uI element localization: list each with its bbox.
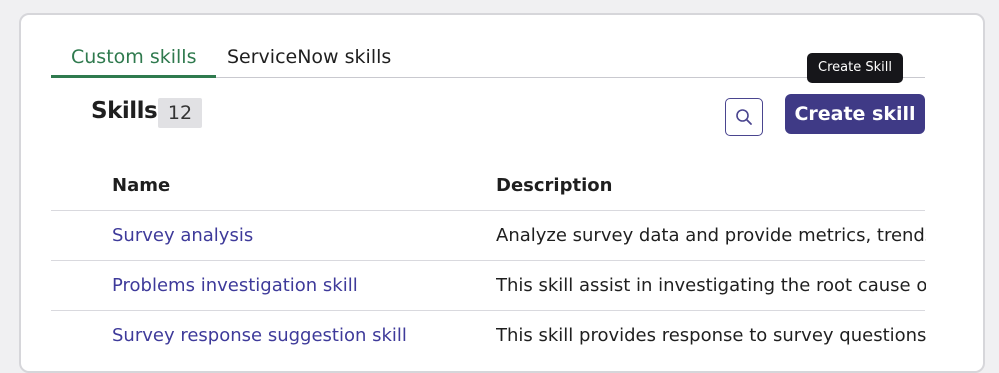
skill-name-link[interactable]: Survey analysis xyxy=(112,225,253,246)
row-divider xyxy=(51,260,925,261)
tab-bar: Custom skills ServiceNow skills xyxy=(51,43,925,78)
skill-name-link[interactable]: Survey response suggestion skill xyxy=(112,325,407,346)
create-skill-button[interactable]: Create skill xyxy=(785,94,925,134)
skill-description: This skill provides response to survey q… xyxy=(496,325,926,346)
skill-name-link[interactable]: Problems investigation skill xyxy=(112,275,358,296)
create-skill-tooltip: Create Skill xyxy=(807,53,903,83)
skill-description: Analyze survey data and provide metrics,… xyxy=(496,225,926,246)
count-badge: 12 xyxy=(158,98,202,128)
header-divider xyxy=(51,210,925,211)
skill-description: This skill assist in investigating the r… xyxy=(496,275,926,296)
page-title: Skills xyxy=(91,98,158,124)
search-icon xyxy=(736,109,752,125)
tab-servicenow-skills[interactable]: ServiceNow skills xyxy=(207,43,411,75)
column-header-description[interactable]: Description xyxy=(496,175,612,196)
search-button[interactable] xyxy=(725,98,763,136)
skills-card: Custom skills ServiceNow skills Skills 1… xyxy=(19,13,985,373)
column-header-name[interactable]: Name xyxy=(112,175,170,196)
row-divider xyxy=(51,310,925,311)
tab-custom-skills[interactable]: Custom skills xyxy=(51,43,217,78)
